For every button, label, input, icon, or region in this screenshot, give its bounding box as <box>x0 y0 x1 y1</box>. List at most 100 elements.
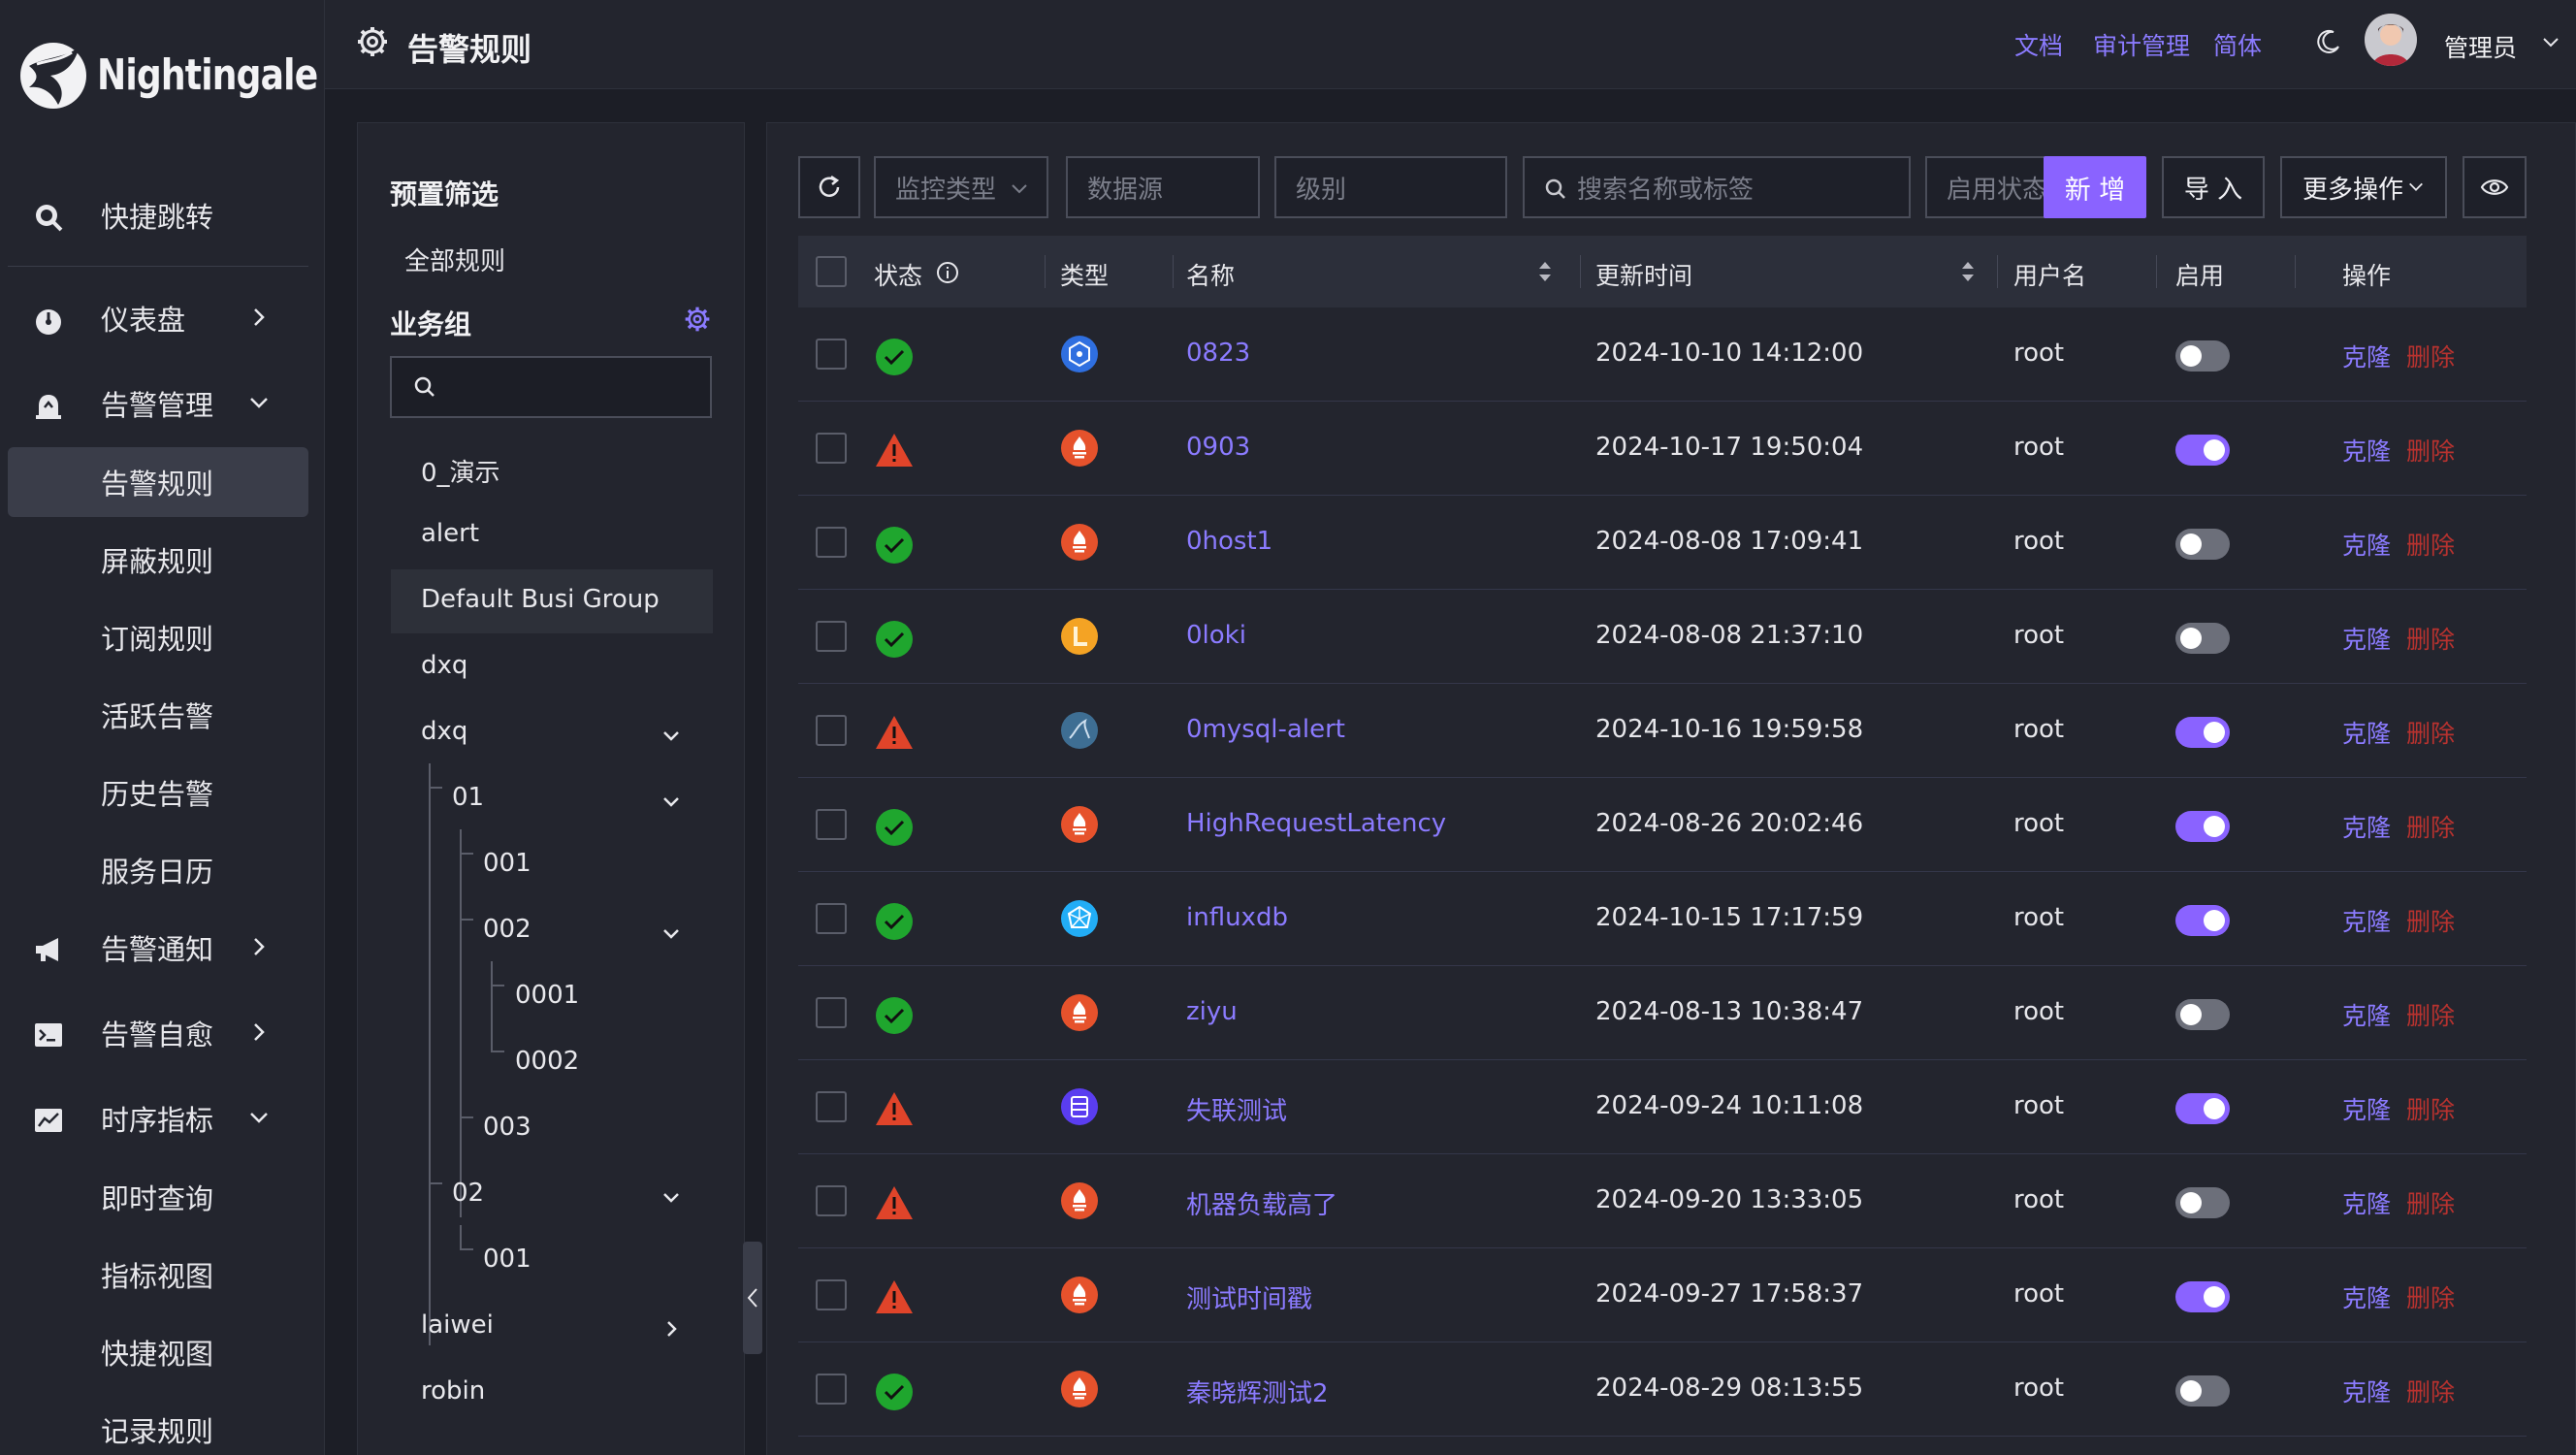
delete-button[interactable]: 删除 <box>2406 1374 2455 1408</box>
row-checkbox[interactable] <box>816 1091 847 1122</box>
enable-status-select[interactable]: 启用状态 <box>1925 156 2061 218</box>
table-row[interactable]: ziyu 2024-08-13 10:38:47 root 克隆 删除 <box>798 966 2527 1060</box>
tree-node[interactable]: 001 <box>483 849 531 878</box>
clone-button[interactable]: 克隆 <box>2342 997 2391 1032</box>
moon-icon[interactable] <box>2316 29 2341 54</box>
clone-button[interactable]: 克隆 <box>2342 1374 2391 1408</box>
delete-button[interactable]: 删除 <box>2406 1279 2455 1314</box>
tree-node[interactable]: dxq <box>421 651 467 680</box>
table-row[interactable]: 秦晓辉测试2 2024-08-29 08:13:55 root 克隆 删除 <box>798 1342 2527 1437</box>
rule-name-link[interactable]: 0host1 <box>1186 527 1272 556</box>
chevron-down-icon[interactable] <box>660 791 682 812</box>
rule-name-link[interactable]: 0903 <box>1186 433 1250 462</box>
sidebar-item-mute-rules[interactable]: 屏蔽规则 <box>8 525 308 595</box>
tree-node[interactable]: 002 <box>483 915 531 944</box>
delete-button[interactable]: 删除 <box>2406 903 2455 938</box>
clone-button[interactable]: 克隆 <box>2342 339 2391 373</box>
enable-toggle[interactable] <box>2175 1375 2230 1406</box>
all-rules-filter[interactable]: 全部规则 <box>404 242 505 277</box>
table-row[interactable]: 失联测试 2024-09-24 10:11:08 root 克隆 删除 <box>798 1060 2527 1154</box>
sort-icon[interactable] <box>1535 257 1555 286</box>
chevron-down-icon[interactable] <box>660 1186 682 1208</box>
group-search-input[interactable] <box>390 356 712 418</box>
row-checkbox[interactable] <box>816 997 847 1028</box>
language-switch[interactable]: 简体 <box>2213 27 2262 62</box>
row-checkbox[interactable] <box>816 1279 847 1310</box>
tree-node[interactable]: 0_演示 <box>421 453 500 489</box>
info-icon[interactable] <box>936 261 959 284</box>
enable-toggle[interactable] <box>2175 717 2230 748</box>
datasource-select[interactable]: 数据源 <box>1066 156 1260 218</box>
row-checkbox[interactable] <box>816 621 847 652</box>
rule-name-link[interactable]: 0823 <box>1186 339 1250 368</box>
enable-toggle[interactable] <box>2175 1093 2230 1124</box>
tree-node[interactable]: 001 <box>483 1245 531 1274</box>
table-row[interactable]: 机器负载高了 2024-09-20 13:33:05 root 克隆 删除 <box>798 1154 2527 1248</box>
table-row[interactable]: 测试时间戳 2024-09-27 17:58:37 root 克隆 删除 <box>798 1248 2527 1342</box>
delete-button[interactable]: 删除 <box>2406 715 2455 750</box>
docs-link[interactable]: 文档 <box>2014 27 2063 62</box>
rule-name-link[interactable]: ziyu <box>1186 997 1238 1026</box>
rule-name-link[interactable]: HighRequestLatency <box>1186 809 1446 838</box>
delete-button[interactable]: 删除 <box>2406 527 2455 562</box>
delete-button[interactable]: 删除 <box>2406 433 2455 468</box>
row-checkbox[interactable] <box>816 809 847 840</box>
delete-button[interactable]: 删除 <box>2406 809 2455 844</box>
table-row[interactable]: 0mysql-alert 2024-10-16 19:59:58 root 克隆… <box>798 684 2527 778</box>
chevron-down-icon[interactable] <box>660 725 682 746</box>
clone-button[interactable]: 克隆 <box>2342 809 2391 844</box>
sidebar-item-quick-jump[interactable]: 快捷跳转 <box>8 180 308 250</box>
row-checkbox[interactable] <box>816 433 847 464</box>
delete-button[interactable]: 删除 <box>2406 339 2455 373</box>
sidebar-item-alert-rules[interactable]: 告警规则 <box>8 447 308 517</box>
clone-button[interactable]: 克隆 <box>2342 1279 2391 1314</box>
table-row[interactable]: 0loki 2024-08-08 21:37:10 root 克隆 删除 <box>798 590 2527 684</box>
enable-toggle[interactable] <box>2175 999 2230 1030</box>
avatar[interactable] <box>2365 14 2417 66</box>
tree-node[interactable]: laiwei <box>421 1310 494 1340</box>
table-row[interactable]: influxdb 2024-10-15 17:17:59 root 克隆 删除 <box>798 872 2527 966</box>
clone-button[interactable]: 克隆 <box>2342 903 2391 938</box>
row-checkbox[interactable] <box>816 1185 847 1216</box>
tree-node[interactable]: dxq <box>421 717 467 746</box>
delete-button[interactable]: 删除 <box>2406 621 2455 656</box>
import-button[interactable]: 导 入 <box>2162 156 2265 218</box>
tree-node[interactable]: 01 <box>452 783 484 812</box>
clone-button[interactable]: 克隆 <box>2342 715 2391 750</box>
chevron-down-icon[interactable] <box>660 922 682 944</box>
sidebar-item-dashboard[interactable]: 仪表盘 <box>8 283 308 353</box>
rule-name-link[interactable]: 测试时间戳 <box>1186 1279 1312 1315</box>
refresh-button[interactable] <box>798 156 860 218</box>
sidebar-item-alert-notify[interactable]: 告警通知 <box>8 913 308 983</box>
delete-button[interactable]: 删除 <box>2406 1091 2455 1126</box>
user-name[interactable]: 管理员 <box>2444 29 2517 64</box>
row-checkbox[interactable] <box>816 715 847 746</box>
enable-toggle[interactable] <box>2175 1281 2230 1312</box>
table-row[interactable]: 0host1 2024-08-08 17:09:41 root 克隆 删除 <box>798 496 2527 590</box>
column-visibility-button[interactable] <box>2463 156 2527 218</box>
select-all-checkbox[interactable] <box>816 256 847 287</box>
nightingale-logo[interactable]: Nightingale <box>17 37 366 113</box>
gear-icon[interactable] <box>684 306 711 333</box>
sidebar-item-self-healing[interactable]: 告警自愈 <box>8 998 308 1068</box>
tree-node[interactable]: 003 <box>483 1113 531 1142</box>
rule-name-link[interactable]: 失联测试 <box>1186 1091 1287 1127</box>
tree-node[interactable]: alert <box>421 519 479 548</box>
enable-toggle[interactable] <box>2175 340 2230 372</box>
sidebar-item-quick-view[interactable]: 快捷视图 <box>8 1317 308 1387</box>
rule-name-link[interactable]: influxdb <box>1186 903 1288 932</box>
rule-name-link[interactable]: 0loki <box>1186 621 1246 650</box>
sort-icon[interactable] <box>1958 257 1978 286</box>
col-name[interactable]: 名称 <box>1186 257 1235 292</box>
sidebar-item-record-rules[interactable]: 记录规则 <box>8 1395 308 1455</box>
clone-button[interactable]: 克隆 <box>2342 527 2391 562</box>
clone-button[interactable]: 克隆 <box>2342 621 2391 656</box>
sidebar-item-history-alerts[interactable]: 历史告警 <box>8 758 308 827</box>
collapse-panel-handle[interactable] <box>743 1242 762 1354</box>
table-row[interactable]: 0823 2024-10-10 14:12:00 root 克隆 删除 <box>798 307 2527 402</box>
enable-toggle[interactable] <box>2175 1187 2230 1218</box>
enable-toggle[interactable] <box>2175 435 2230 466</box>
enable-toggle[interactable] <box>2175 623 2230 654</box>
audit-link[interactable]: 审计管理 <box>2093 27 2190 62</box>
sidebar-item-metric-view[interactable]: 指标视图 <box>8 1240 308 1310</box>
